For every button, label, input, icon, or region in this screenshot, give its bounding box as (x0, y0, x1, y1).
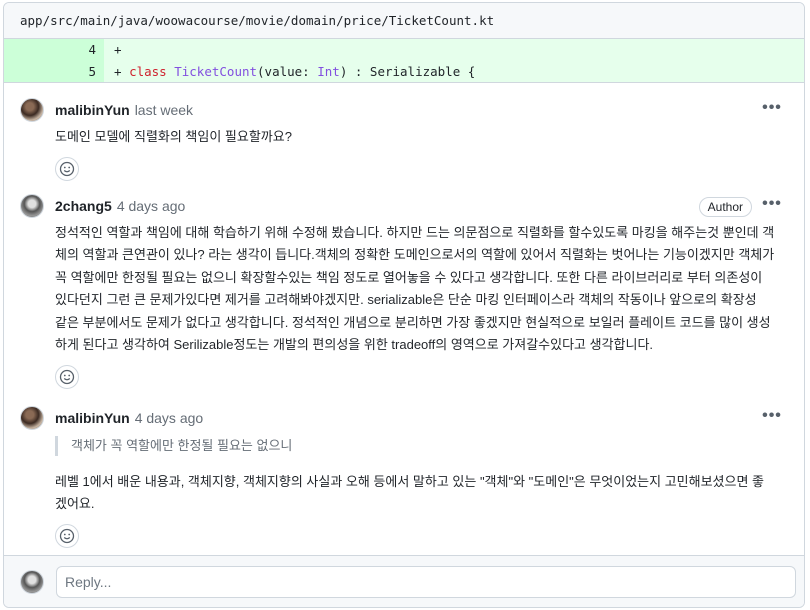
comment: 2chang5 4 days ago Author ••• 정석적인 역할과 책… (4, 181, 804, 389)
comment-line: 같은 부분에서도 문제가 없다고 생각합니다. 정석적인 개념으로 분리하면 가… (55, 314, 771, 330)
smiley-icon (59, 369, 75, 384)
more-options-icon[interactable]: ••• (760, 406, 784, 430)
avatar (20, 569, 44, 594)
add-reaction-button[interactable] (55, 364, 79, 389)
comment-author[interactable]: malibinYun (55, 410, 130, 426)
diff-code: + class TicketCount(value: Int) : Serial… (104, 61, 475, 82)
comment-header: malibinYun 4 days ago ••• (20, 403, 788, 433)
file-path-header[interactable]: app/src/main/java/woowacourse/movie/doma… (4, 3, 804, 39)
code-text: ) : Serializable { (339, 64, 476, 79)
add-reaction-button[interactable] (55, 156, 79, 181)
comment-timestamp[interactable]: last week (135, 102, 193, 118)
quoted-text: 객체가 꼭 역할에만 한정될 필요는 없으니 (55, 435, 788, 456)
comment-line: 하게 된다고 생각하여 Serilizable정도는 개발의 편의성을 위한 t… (55, 337, 654, 352)
diff-code: + (104, 39, 122, 61)
comment-author[interactable]: malibinYun (55, 102, 130, 118)
smiley-icon (59, 528, 75, 543)
comment-line: 정석적인 역할과 책임에 대해 학습하기 위해 수정해 봤습니다. 하지만 드는… (55, 224, 775, 240)
avatar[interactable] (20, 98, 44, 122)
more-options-icon[interactable]: ••• (760, 194, 784, 218)
comment-header: 2chang5 4 days ago Author ••• (20, 191, 788, 221)
diff-marker: + (114, 42, 122, 57)
comment-author[interactable]: 2chang5 (55, 198, 112, 214)
file-path: app/src/main/java/woowacourse/movie/doma… (20, 13, 495, 28)
comment: malibinYun last week ••• 도메인 모델에 직렬화의 책임… (4, 83, 804, 181)
smiley-icon (59, 161, 75, 176)
comment-body: 레벨 1에서 배운 내용과, 객체지향, 객체지향의 사실과 오해 등에서 말하… (55, 471, 788, 516)
comment-line: 겠어요. (55, 496, 95, 511)
author-badge: Author (698, 196, 752, 217)
review-thread-panel: app/src/main/java/woowacourse/movie/doma… (3, 2, 805, 608)
comment-header: malibinYun last week ••• (20, 95, 788, 125)
code-text: (value: (257, 64, 318, 79)
avatar[interactable] (20, 405, 44, 430)
reply-input[interactable]: Reply... (56, 565, 796, 598)
comment-line: 있다던지 그런 큰 문제가있다면 제거를 고려해봐야겠지만. serializa… (55, 292, 757, 307)
code-keyword: class (129, 64, 167, 79)
comment-body: 정석적인 역할과 책임에 대해 학습하기 위해 수정해 봤습니다. 하지만 드는… (55, 222, 788, 357)
comment-line: 레벨 1에서 배운 내용과, 객체지향, 객체지향의 사실과 오해 등에서 말하… (55, 473, 765, 489)
line-number[interactable]: 5 (4, 61, 104, 82)
more-options-icon[interactable]: ••• (760, 98, 784, 122)
diff-line-4: 4 + (4, 39, 804, 61)
comment-timestamp[interactable]: 4 days ago (135, 410, 204, 426)
code-class-name: TicketCount (174, 64, 258, 79)
code-type: Int (317, 64, 340, 79)
comment-timestamp[interactable]: 4 days ago (117, 198, 186, 214)
comment-line: 꼭 역할에만 한정될 필요는 없으니 확장할수있는 책임 정도로 열어놓을 수 … (55, 269, 763, 285)
add-reaction-button[interactable] (55, 523, 79, 548)
diff-marker: + (114, 64, 122, 79)
diff-line-5: 5 + class TicketCount(value: Int) : Seri… (4, 61, 804, 83)
avatar[interactable] (20, 193, 44, 218)
line-number[interactable]: 4 (4, 39, 104, 61)
reply-bar: Reply... (4, 555, 804, 607)
comment-body: 도메인 모델에 직렬화의 책임이 필요할까요? (55, 129, 292, 144)
comment-thread: malibinYun last week ••• 도메인 모델에 직렬화의 책임… (4, 83, 804, 548)
comment-line: 체의 역할과 큰연관이 있나? 라는 생각이 듭니다.객체의 정확한 도메인으로… (55, 247, 775, 262)
comment: malibinYun 4 days ago ••• 객체가 꼭 역할에만 한정될… (4, 389, 804, 548)
